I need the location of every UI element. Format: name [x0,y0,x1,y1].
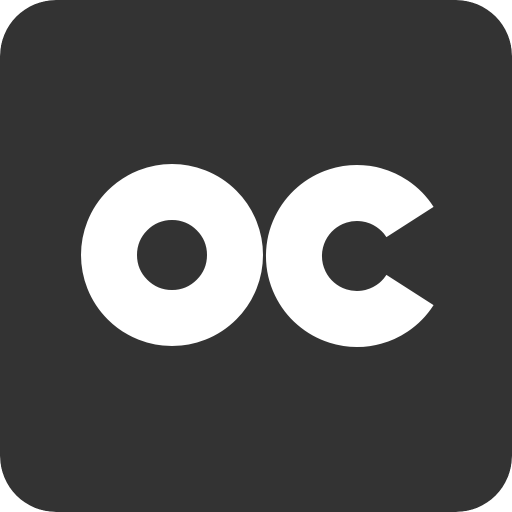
monogram-logo-icon [0,0,512,512]
app-icon[interactable] [0,0,512,512]
